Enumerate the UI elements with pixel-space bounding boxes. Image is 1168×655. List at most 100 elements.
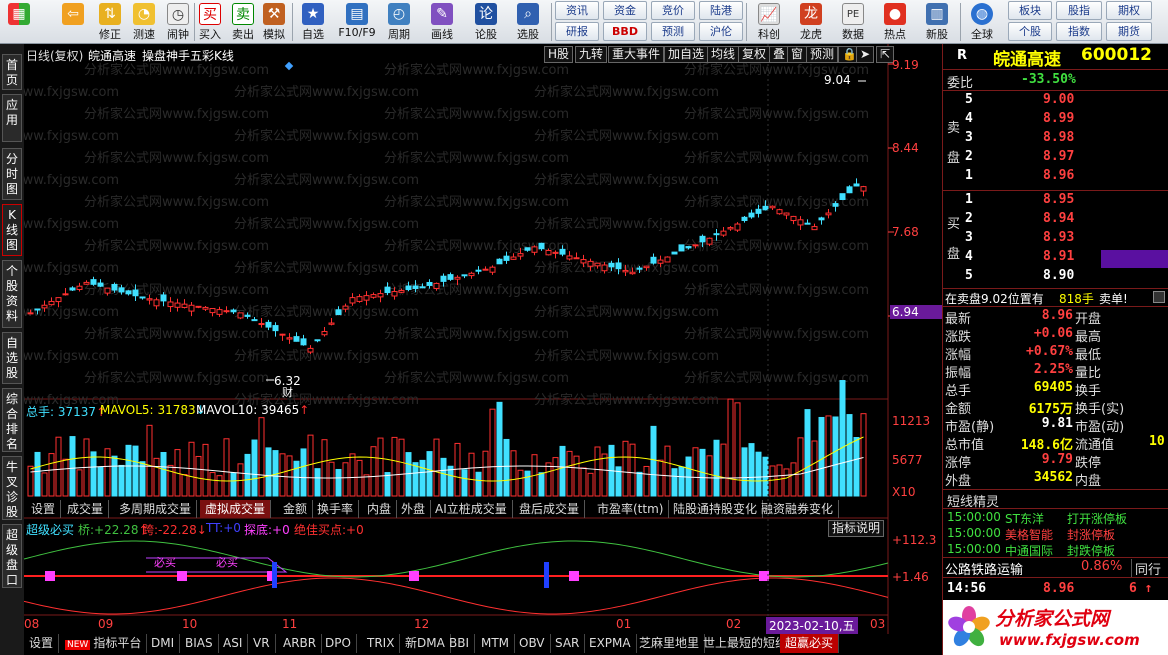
indicator-tab-3[interactable]: BIAS <box>180 634 219 653</box>
hk-connect-button[interactable]: 陆港 <box>699 1 743 20</box>
tab-home[interactable]: 首页 <box>2 54 22 90</box>
favorite-button[interactable]: ★ 自选 <box>296 1 330 43</box>
sector-peer-tab[interactable]: 同行 <box>1131 559 1161 578</box>
panel-tab[interactable]: 市盈率(ttm) <box>592 500 670 518</box>
indicator-explain-button[interactable]: 指标说明 <box>828 520 885 537</box>
panel-tab[interactable]: 内盘 <box>362 500 398 518</box>
panel-tab[interactable]: 多周期成交量 <box>114 500 198 518</box>
moving-average-button[interactable]: 均线 <box>707 46 740 63</box>
panel-tab[interactable]: 换手率 <box>312 500 360 518</box>
panel-tab[interactable]: 虚拟成交量 <box>200 500 272 518</box>
speed-button[interactable]: ◔ 测速 <box>127 1 161 43</box>
arrow-right-icon[interactable]: ➤ <box>856 46 875 63</box>
alarm-button[interactable]: ◷ 闹钟 <box>161 1 195 43</box>
candle <box>286 337 293 340</box>
auction-button[interactable]: 竞价 <box>651 1 695 20</box>
adjust-button[interactable]: 复权 <box>738 46 771 63</box>
hotspot-button[interactable]: ● 热点 <box>876 1 914 43</box>
candle <box>468 272 475 277</box>
indicator-tab-14[interactable]: EXPMA <box>584 634 637 653</box>
tab-super-book[interactable]: 超级盘口 <box>2 524 22 588</box>
candle <box>643 265 650 269</box>
simulate-button[interactable]: ⚒ 模拟 <box>257 1 291 43</box>
tab-ranking[interactable]: 综合排名 <box>2 388 22 452</box>
indicator-tab-12[interactable]: OBV <box>514 634 551 653</box>
indicator-tab-0[interactable]: 设置 <box>24 634 60 653</box>
stock-picker-button[interactable]: ⌕ 选股 <box>511 1 545 43</box>
indicator-tab-13[interactable]: SAR <box>550 634 586 653</box>
chart-area[interactable]: 分析家公式网www.fxjgsw.com 分析家公式网www.fxjgsw.com… <box>24 44 942 655</box>
new-stock-button[interactable]: ▥ 新股 <box>918 1 956 43</box>
sector-button[interactable]: 板块 <box>1008 1 1052 20</box>
discuss-button[interactable]: 论论股 <box>469 1 503 43</box>
window-button[interactable]: 窗 <box>787 46 808 63</box>
cycle-button[interactable]: ◴ 周期 <box>382 1 416 43</box>
revise-button[interactable]: ⇅ 修正 <box>93 1 127 43</box>
candle <box>363 295 370 301</box>
h-share-button[interactable]: H股 <box>544 46 574 63</box>
indicator-tab-6[interactable]: ARBR <box>278 634 323 653</box>
bbd-button[interactable]: BBD <box>603 22 647 41</box>
forecast-button[interactable]: 预测 <box>651 22 695 41</box>
news-button[interactable]: 资讯 <box>555 1 599 20</box>
indicator-tab-15[interactable]: 芝麻里地里 <box>634 634 706 653</box>
jiuzhuan-button[interactable]: 九转 <box>575 46 608 63</box>
panel-tab[interactable]: AI立桩成交量 <box>430 500 513 518</box>
volume-bar <box>167 464 174 497</box>
research-button[interactable]: 研报 <box>555 22 599 41</box>
indicator-tab-11[interactable]: MTM <box>476 634 516 653</box>
back-icon[interactable]: ⇦ <box>56 1 90 43</box>
panel-tab[interactable]: 金额 <box>278 500 314 518</box>
panel-tab[interactable]: 盘后成交量 <box>514 500 586 518</box>
major-events-button[interactable]: 重大事件 <box>608 46 665 63</box>
indicator-tab-8[interactable]: TRIX <box>362 634 401 653</box>
buy-button[interactable]: 买买入 <box>193 1 227 43</box>
tab-diagnosis[interactable]: 牛叉诊股 <box>2 456 22 520</box>
single-stock-button[interactable]: 个股 <box>1008 22 1052 41</box>
star-market-button[interactable]: 📈 科创 <box>750 1 788 43</box>
sell-button[interactable]: 卖卖出 <box>226 1 260 43</box>
volume-bar <box>552 457 559 497</box>
indicator-tab-2[interactable]: DMI <box>146 634 181 653</box>
indicator-tab-16[interactable]: 世上最短的短线 <box>698 634 794 653</box>
f10-button[interactable]: ▤ F10/F9 <box>336 1 378 43</box>
globe-button[interactable]: ◍ 全球 <box>962 1 1002 43</box>
candle <box>62 293 69 296</box>
indicator-tab-4[interactable]: ASI <box>218 634 249 653</box>
panel-tab[interactable]: 外盘 <box>396 500 432 518</box>
index-button[interactable]: 指数 <box>1056 22 1102 41</box>
drawline-button[interactable]: ✎ 画线 <box>425 1 459 43</box>
volume-bar <box>629 443 636 497</box>
volume-bar <box>517 469 524 497</box>
tab-kline[interactable]: K线图 <box>2 204 22 256</box>
overlay-button[interactable]: 叠 <box>769 46 790 63</box>
expand-icon[interactable] <box>1153 291 1165 303</box>
shanghai-london-button[interactable]: 沪伦 <box>699 22 743 41</box>
grid-icon[interactable]: ▦ <box>2 1 36 43</box>
add-favorite-button[interactable]: 加自选 <box>664 46 709 63</box>
watermark-text: 分析家公式网www.fxjgsw.com <box>84 194 269 210</box>
tab-apps[interactable]: 应用 <box>2 94 22 142</box>
indicator-tab-7[interactable]: DPO <box>320 634 357 653</box>
indicator-tab-5[interactable]: VR <box>248 634 276 653</box>
funds-button[interactable]: 资金 <box>603 1 647 20</box>
indicator-tab-1[interactable]: NEW 指标平台 <box>60 634 148 653</box>
options-button[interactable]: 期权 <box>1106 1 1152 20</box>
panel-tab[interactable]: 陆股通持股变化 <box>668 500 764 518</box>
tab-timeshare[interactable]: 分时图 <box>2 148 22 200</box>
panel-tab[interactable]: 成交量 <box>62 500 110 518</box>
tab-stock-info[interactable]: 个股资料 <box>2 260 22 328</box>
stock-index-button[interactable]: 股指 <box>1056 1 1102 20</box>
forecast-chart-button[interactable]: 预测 <box>806 46 839 63</box>
buy-mark-label: 必买 <box>154 556 176 569</box>
indicator-tab-17[interactable]: 超赢必买 <box>780 634 840 653</box>
futures-button[interactable]: 期货 <box>1106 22 1152 41</box>
panel-tab[interactable]: 设置 <box>26 500 62 518</box>
stat-label: 换手(实) <box>1075 402 1125 417</box>
indicator-tab-10[interactable]: BBI <box>444 634 476 653</box>
tab-favorites[interactable]: 自选股 <box>2 332 22 384</box>
panel-tab[interactable]: 融资融券变化 <box>756 500 840 518</box>
buy-signal-marker <box>45 571 55 581</box>
data-button[interactable]: PE 数据 <box>834 1 872 43</box>
dragon-tiger-button[interactable]: 龙龙虎 <box>792 1 830 43</box>
